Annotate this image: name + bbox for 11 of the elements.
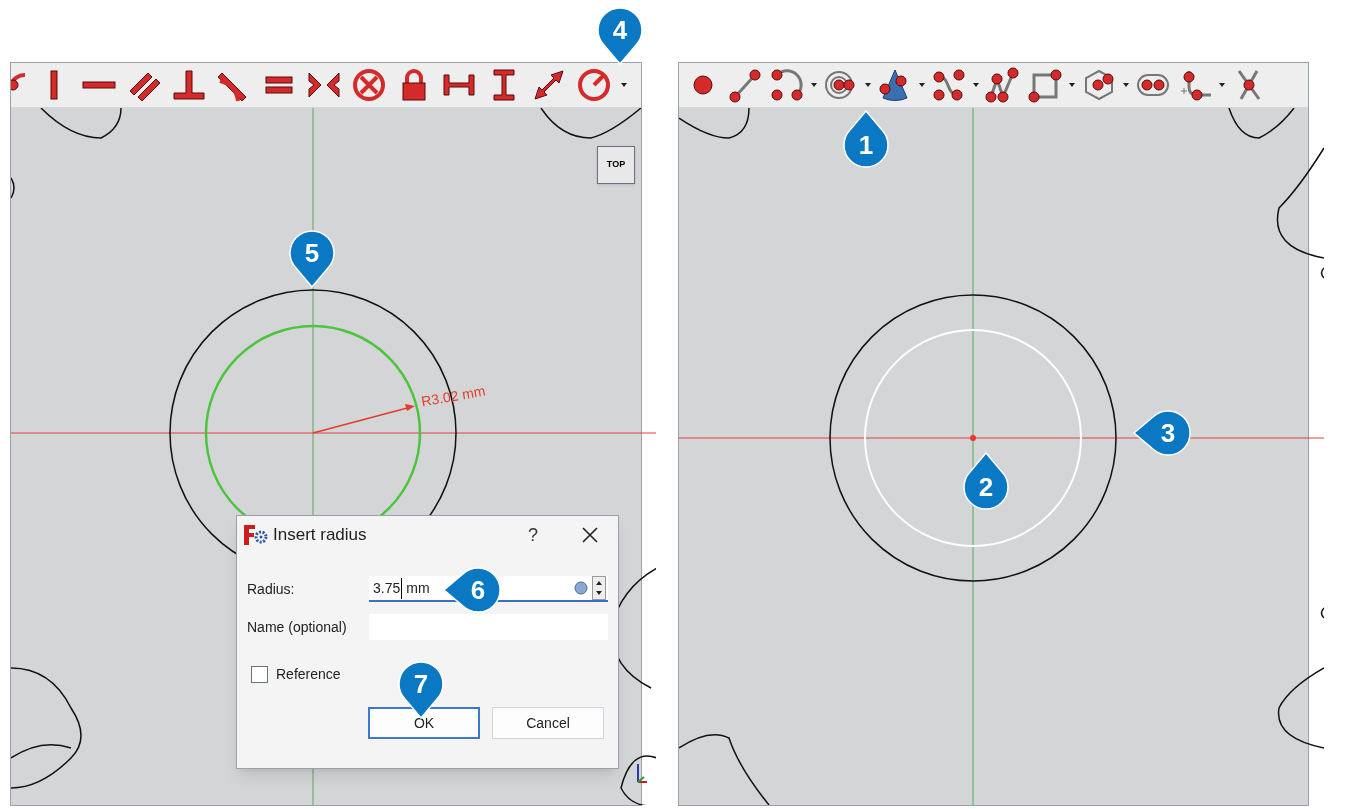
field-label: Radius: (247, 579, 296, 599)
checkbox-label: Reference (276, 665, 341, 684)
callout-overlay: 5 (288, 229, 336, 289)
dialog-title: Insert radius (273, 524, 367, 547)
callout-overlay: 6 (442, 566, 502, 614)
callout-overlay: 3 (1132, 409, 1192, 457)
callout-overlay: 2 (962, 451, 1010, 511)
callout-overlay: 1 (842, 109, 890, 169)
callout-overlay: 4 (596, 6, 644, 66)
dimension-label: R3.02 mm (419, 381, 487, 412)
field-label: Name (optional) (247, 617, 348, 637)
